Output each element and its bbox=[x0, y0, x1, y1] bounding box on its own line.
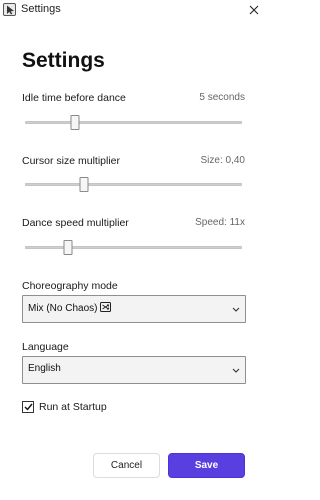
cursor-size-value: Size: 0,40 bbox=[200, 155, 245, 166]
save-button[interactable]: Save bbox=[168, 453, 245, 478]
slider-thumb[interactable] bbox=[63, 240, 73, 255]
run-at-startup-label: Run at Startup bbox=[39, 401, 107, 413]
chevron-down-icon bbox=[232, 368, 240, 373]
run-at-startup-checkbox[interactable] bbox=[22, 401, 34, 413]
slider-track bbox=[25, 246, 242, 249]
slider-thumb[interactable] bbox=[70, 115, 80, 130]
close-icon bbox=[249, 5, 259, 15]
cursor-size-slider[interactable] bbox=[25, 177, 242, 192]
idle-time-slider[interactable] bbox=[25, 115, 242, 130]
idle-time-value: 5 seconds bbox=[199, 92, 245, 103]
shuffle-icon bbox=[100, 302, 112, 315]
close-button[interactable] bbox=[245, 1, 263, 19]
title-bar: Settings bbox=[0, 0, 267, 20]
dance-speed-label: Dance speed multiplier bbox=[22, 217, 129, 229]
choreography-selected-value: Mix (No Chaos) bbox=[28, 303, 98, 314]
cancel-button[interactable]: Cancel bbox=[93, 453, 160, 478]
slider-track bbox=[25, 183, 242, 186]
run-at-startup-row[interactable]: Run at Startup bbox=[22, 401, 107, 413]
idle-time-label: Idle time before dance bbox=[22, 92, 126, 104]
slider-thumb[interactable] bbox=[79, 177, 89, 192]
slider-track bbox=[25, 121, 242, 124]
window-title: Settings bbox=[21, 3, 61, 15]
page-title: Settings bbox=[22, 49, 105, 72]
cursor-app-icon bbox=[3, 3, 16, 16]
language-select[interactable]: English bbox=[22, 356, 246, 384]
choreography-label: Choreography mode bbox=[22, 280, 118, 292]
chevron-down-icon bbox=[232, 307, 240, 312]
checkmark-icon bbox=[24, 403, 33, 411]
cursor-size-label: Cursor size multiplier bbox=[22, 155, 121, 167]
dance-speed-slider[interactable] bbox=[25, 240, 242, 255]
language-label: Language bbox=[22, 341, 69, 353]
dance-speed-value: Speed: 11x bbox=[195, 217, 245, 228]
language-selected-value: English bbox=[28, 363, 61, 374]
choreography-select[interactable]: Mix (No Chaos) bbox=[22, 295, 246, 323]
